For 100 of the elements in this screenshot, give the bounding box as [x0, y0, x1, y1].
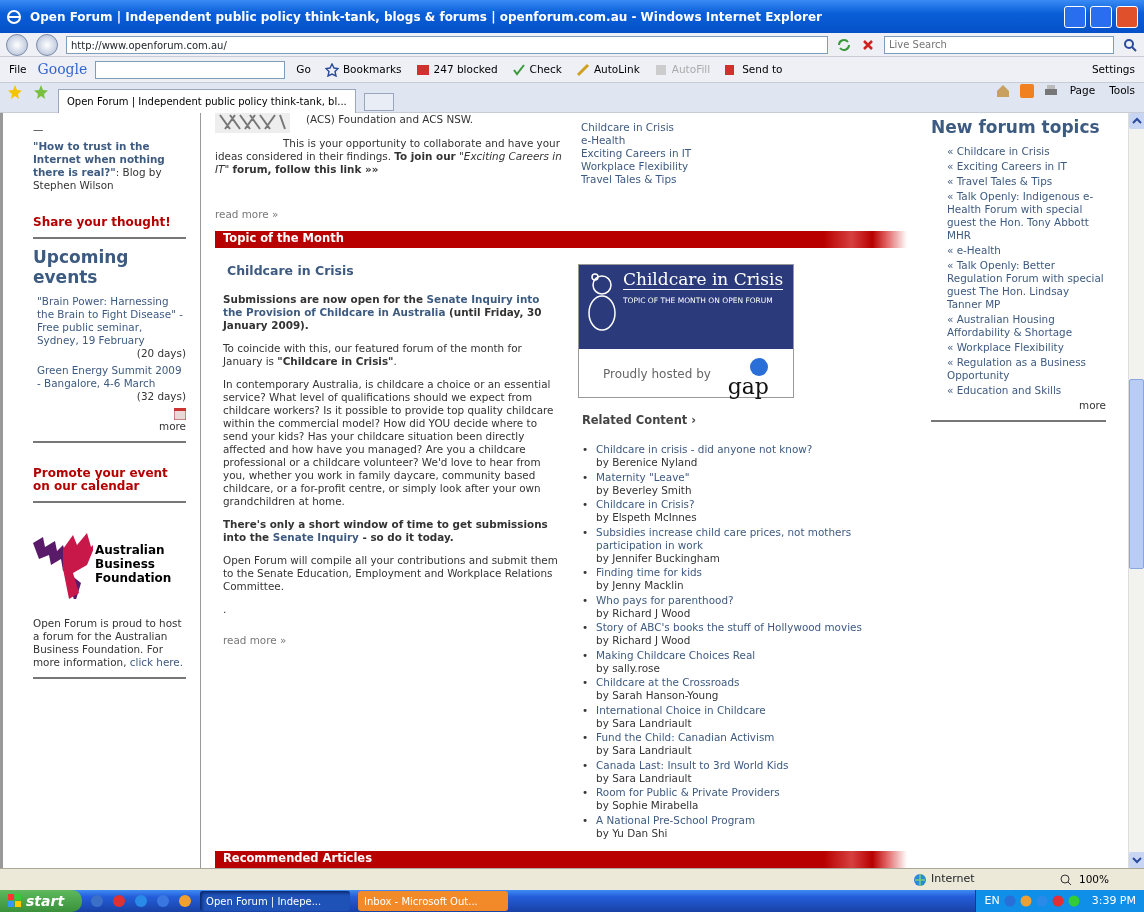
bullet-text: • [581, 566, 589, 580]
forum-topic-link[interactable]: « Childcare in Crisis [947, 145, 1106, 158]
bullet-text: • [581, 731, 589, 745]
article-link[interactable]: Subsidies increase child care prices, not mothers participation in work [596, 525, 907, 552]
settings-button[interactable]: Settings [1088, 61, 1138, 78]
bullet-text: • [581, 525, 589, 540]
author-text: by Sara Landriault [596, 771, 693, 785]
forum-link[interactable]: Exciting Careers in IT [581, 147, 692, 160]
promote-link[interactable]: Promote your event on our calendar [33, 467, 186, 493]
article-link[interactable]: Canada Last: Insult to 3rd World Kids [596, 758, 789, 772]
browser-tab[interactable]: Open Forum | Independent public policy think-tank, bl... [58, 89, 356, 113]
bullet-text: • [581, 813, 589, 828]
event-link[interactable]: Green Energy Summit 2009 - Bangalore, 4-6 March [37, 364, 186, 390]
blog-link[interactable]: "How to trust in the Internet when nothing there is real?": Blog by Stephen Wilson [33, 140, 186, 192]
share-link[interactable]: Share your thought! [33, 216, 186, 229]
days-text: (32 days) [135, 390, 186, 403]
article-link[interactable]: Fund the Child: Canadian Activism [596, 731, 775, 744]
address-field[interactable]: http://www.openforum.com.au/ [66, 35, 828, 54]
toolbar-button[interactable]: Send to [721, 61, 786, 78]
zone-text: Internet [930, 871, 976, 888]
forum-link[interactable]: Travel Tales & Tips [581, 173, 692, 186]
author-text: by Beverley Smith [596, 483, 692, 497]
taskbar-button[interactable]: Open Forum | Indepe... [200, 891, 351, 911]
forum-link[interactable]: e-Health [581, 134, 692, 147]
bullet-text: • [581, 443, 589, 457]
bullet-text: • [581, 758, 589, 773]
author-text: by Elspeth McInnes [596, 511, 697, 524]
article-link[interactable]: Finding time for kids [596, 566, 703, 579]
author-text: by Berenice Nyland [596, 456, 699, 469]
article-link[interactable]: A National Pre-School Program [596, 813, 755, 827]
more-link[interactable]: more [1079, 399, 1106, 411]
body-text: There's only a short window of time to get submissions into the Senate Inquiry - so do it today. [223, 518, 549, 544]
forum-topic-link[interactable]: « e-Health [947, 244, 1106, 257]
hosted-text: Proudly hosted by [602, 368, 711, 381]
toolbar-button[interactable]: 247 blocked [412, 61, 501, 78]
body-text: In contemporary Australia, is childcare a choice or an essential service? What level of qualifications should we expect from childcare workers? Is it possible to provide top quality childcare within the commercial model? How did YOU decide where to send your kids? Has your childcare situation been directly affected and how have you managed? Are you a childcare professional or a childcare volunteer? We'd love to hear from you, whether you work in family daycare, community based childcare, or a for-profit centre, or simply look after your own grandchildren at home. [223, 378, 555, 508]
forum-topic-link[interactable]: « Exciting Careers in IT [947, 160, 1106, 173]
forum-topic-link[interactable]: « Talk Openly: Better Regulation Forum with special guest The Hon. Lindsay Tanner MP [947, 259, 1106, 311]
toolbar-button[interactable]: Check [508, 61, 565, 78]
article-link[interactable]: Story of ABC's books the stuff of Hollywood movies [596, 621, 862, 634]
brand-text: gap [727, 377, 769, 397]
article-link[interactable]: Room for Public & Private Providers [596, 786, 780, 799]
zoom-button[interactable]: 100% [1075, 871, 1112, 888]
foundation-logo[interactable]: Australian Business Foundation [33, 527, 172, 601]
body-text: . [223, 603, 228, 616]
section-heading: New forum topics [931, 117, 1101, 137]
bullet-text: • [581, 676, 589, 690]
topic-title[interactable]: Childcare in Crisis [223, 264, 562, 277]
body-text: This is your opportunity to collaborate and have your ideas considered in their findings. To join our "Exciting Careers in IT" forum, follow this link »» [215, 137, 563, 176]
file-menu[interactable]: File [6, 61, 30, 78]
article-link[interactable]: Childcare at the Crossroads [596, 676, 740, 689]
forum-topic-link[interactable]: « Talk Openly: Indigenous e-Health Forum with special guest the Hon. Tony Abbott MHR [947, 190, 1106, 242]
article-link[interactable]: International Choice in Childcare [596, 703, 766, 717]
section-header: Recommended Articles [215, 851, 907, 868]
author-text: by Sara Landriault [596, 744, 693, 757]
read-more-link[interactable]: read more » [223, 634, 287, 647]
bullet-text: • [581, 498, 589, 512]
bullet-text: • [581, 703, 589, 718]
read-more-link[interactable]: read more » [215, 208, 279, 221]
article-link[interactable]: Childcare in crisis - did anyone not know? [596, 443, 813, 456]
clock-text: 3:39 PM [1091, 892, 1136, 909]
author-text: by Richard J Wood [596, 606, 692, 620]
logo-text: Australian [95, 543, 166, 557]
toolbar-button[interactable]: AutoLink [572, 61, 643, 78]
section-heading: Upcoming events [33, 247, 130, 287]
forum-topic-link[interactable]: « Travel Tales & Tips [947, 175, 1106, 188]
toolbar-button[interactable]: Bookmarks [321, 61, 405, 78]
body-text: To coincide with this, our featured forum of the month for January is "Childcare in Crisis". [223, 342, 523, 368]
go-button[interactable]: Go [293, 61, 314, 78]
body-text: Open Forum will compile all your contributions and submit them to the Senate Education, Employment and Workplace Relations Committee. [223, 554, 559, 593]
body-text: (ACS) Foundation and ACS NSW. [306, 113, 474, 127]
section-header: Topic of the Month [215, 231, 907, 248]
author-text: by Jennifer Buckingham [596, 551, 721, 565]
bullet-text: • [581, 621, 589, 635]
banner-title: Childcare in Crisis [622, 273, 784, 290]
article-link[interactable]: Making Childcare Choices Real [596, 648, 756, 662]
days-text: (20 days) [135, 347, 186, 360]
body-text: Submissions are now open for the Senate Inquiry into the Provision of Childcare in Australia (until Friday, 30 January 2009). [223, 293, 543, 332]
page-menu[interactable]: Page [1066, 83, 1099, 99]
google-logo: Google [37, 60, 88, 79]
search-field[interactable]: Live Search [884, 35, 1114, 54]
forum-topic-link[interactable]: « Education and Skills [947, 384, 1106, 397]
bullet-text: • [581, 593, 589, 608]
forum-topic-link[interactable]: « Workplace Flexibility [947, 341, 1106, 354]
author-text: by Richard J Wood [596, 634, 692, 647]
forum-topic-link[interactable]: « Regulation as a Business Opportunity [947, 356, 1106, 382]
article-link[interactable]: Who pays for parenthood? [596, 593, 734, 607]
article-link[interactable]: Maternity "Leave" [596, 470, 692, 484]
author-text: by Sophie Mirabella [596, 799, 700, 812]
tools-menu[interactable]: Tools [1106, 83, 1138, 99]
logo-text: Foundation [95, 571, 172, 585]
forum-topic-link[interactable]: « Australian Housing Affordability & Shortage [947, 313, 1106, 339]
event-link[interactable]: "Brain Power: Harnessing the Brain to Fight Disease" - Free public seminar, Sydney, 19 February [37, 295, 186, 347]
forum-link[interactable]: Workplace Flexibility [581, 160, 692, 173]
author-text: by Sarah Hanson-Young [596, 689, 720, 702]
sponsor-text: Open Forum is proud to host a forum for the Australian Business Foundation. For more information, click here. [33, 617, 185, 669]
dash-text: — [33, 123, 45, 136]
article-link[interactable]: Childcare in Crisis? [596, 498, 697, 511]
forum-link[interactable]: Childcare in Crisis [581, 121, 692, 134]
more-link[interactable]: more [159, 420, 186, 432]
